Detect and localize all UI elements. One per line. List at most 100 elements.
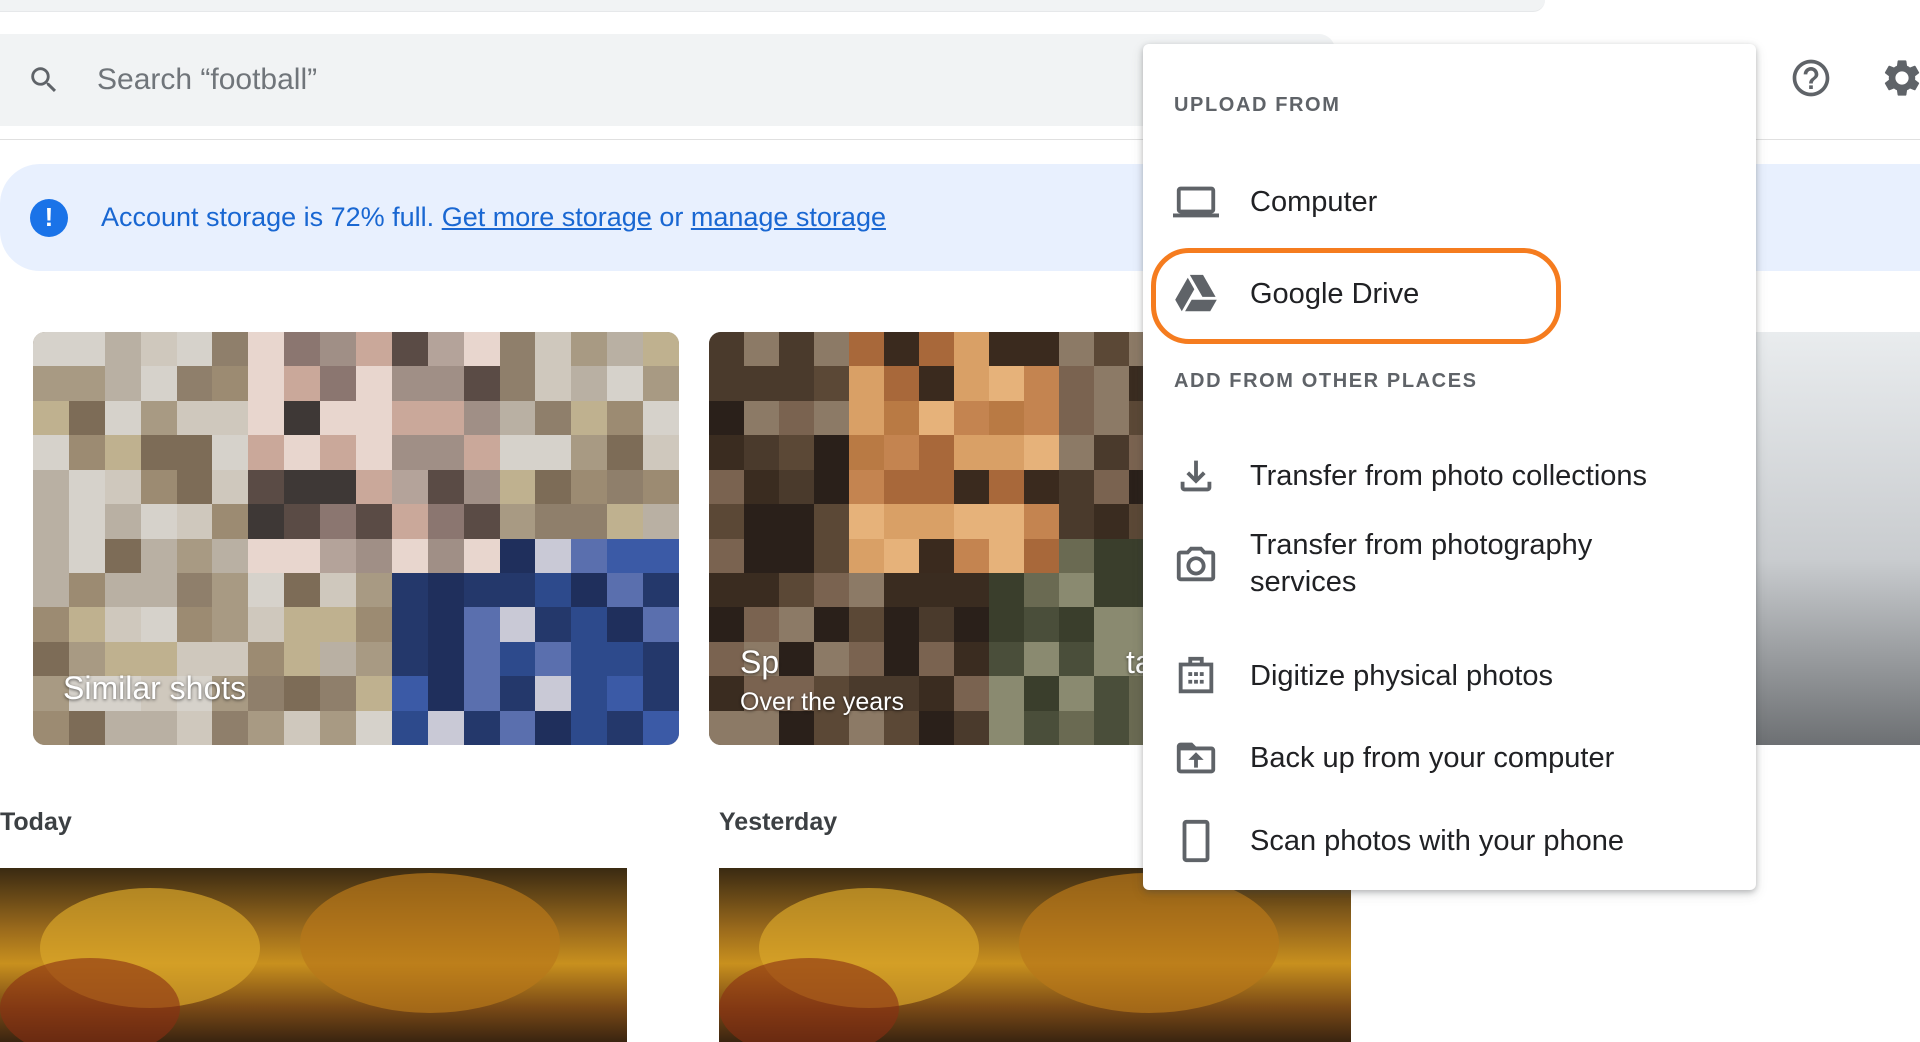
mosaic-tile <box>1059 332 1094 367</box>
mosaic-tile <box>356 641 392 677</box>
mosaic-tile <box>427 332 464 367</box>
mosaic-tile <box>535 366 572 401</box>
search-input[interactable] <box>97 63 997 97</box>
mosaic-tile <box>744 435 779 470</box>
menu-item-transfer-services[interactable]: Transfer from photography services <box>1143 518 1756 610</box>
phone-icon <box>1182 819 1210 863</box>
menu-item-computer[interactable]: Computer <box>1143 170 1756 234</box>
search-bar[interactable] <box>0 34 1335 126</box>
mosaic-tile <box>68 710 105 745</box>
mosaic-tile <box>463 366 500 401</box>
mosaic-tile <box>989 710 1024 745</box>
mosaic-tile <box>1059 435 1094 470</box>
mosaic-tile <box>919 366 954 401</box>
memory-card-over-the-years[interactable]: Sp ta Over the years <box>709 332 1164 745</box>
mosaic-tile <box>571 435 608 470</box>
help-icon[interactable] <box>1789 56 1833 100</box>
mosaic-tile <box>709 538 744 573</box>
menu-item-google-drive[interactable]: Google Drive <box>1143 262 1756 326</box>
mosaic-tile <box>499 504 536 539</box>
mosaic-tile <box>356 332 392 367</box>
mosaic-tile <box>1094 366 1129 401</box>
mosaic-tile <box>1024 676 1059 711</box>
mosaic-tile <box>989 504 1024 539</box>
mosaic-tile <box>849 366 884 401</box>
mosaic-tile <box>954 400 989 436</box>
mosaic-tile <box>535 641 572 677</box>
mosaic-tile <box>1059 538 1094 573</box>
mosaic-tile <box>248 710 285 745</box>
mosaic-tile <box>104 607 141 642</box>
google-drive-icon <box>1175 274 1217 312</box>
mosaic-tile <box>33 435 69 470</box>
mosaic-tile <box>571 366 608 401</box>
mosaic-tile <box>1024 641 1059 677</box>
mosaic-tile <box>571 504 608 539</box>
mosaic-tile <box>391 538 428 573</box>
mosaic-tile <box>849 572 884 608</box>
mosaic-tile <box>248 607 285 642</box>
get-more-storage-link[interactable]: Get more storage <box>442 202 652 232</box>
mosaic-tile <box>919 332 954 367</box>
mosaic-tile <box>284 676 321 711</box>
mosaic-tile <box>643 538 679 573</box>
mosaic-tile <box>849 435 884 470</box>
search-icon[interactable] <box>27 63 61 97</box>
mosaic-tile <box>1094 710 1129 745</box>
mosaic-tile <box>607 435 644 470</box>
mosaic-tile <box>212 607 249 642</box>
mosaic-tile <box>284 641 321 677</box>
memory-card-similar-shots[interactable]: Similar shots <box>33 332 679 745</box>
mosaic-tile <box>68 435 105 470</box>
mosaic-tile <box>104 538 141 573</box>
mosaic-tile <box>33 366 69 401</box>
photo-thumbnail[interactable] <box>719 868 1351 1042</box>
mosaic-tile <box>391 469 428 505</box>
mosaic-tile <box>643 435 679 470</box>
mosaic-tile <box>1024 332 1059 367</box>
mosaic-tile <box>779 641 814 677</box>
mosaic-tile <box>104 572 141 608</box>
menu-item-backup[interactable]: Back up from your computer <box>1143 726 1756 790</box>
mosaic-tile <box>884 641 919 677</box>
mosaic-tile <box>68 572 105 608</box>
mosaic-tile <box>607 400 644 436</box>
mosaic-tile <box>248 469 285 505</box>
manage-storage-link[interactable]: manage storage <box>691 202 886 232</box>
mosaic-tile <box>68 332 105 367</box>
mosaic-tile <box>643 641 679 677</box>
mosaic-tile <box>68 469 105 505</box>
mosaic-tile <box>1024 710 1059 745</box>
mosaic-tile <box>814 469 849 505</box>
mosaic-tile <box>356 435 392 470</box>
mosaic-tile <box>33 572 69 608</box>
photo-thumbnail[interactable] <box>0 868 627 1042</box>
mosaic-tile <box>248 400 285 436</box>
mosaic-tile <box>607 710 644 745</box>
mosaic-tile <box>884 504 919 539</box>
mosaic-tile <box>391 676 428 711</box>
mosaic-tile <box>176 504 213 539</box>
mosaic-tile <box>463 572 500 608</box>
mosaic-tile <box>607 607 644 642</box>
mosaic-tile <box>1094 504 1129 539</box>
mosaic-tile <box>709 676 744 711</box>
mosaic-tile <box>607 504 644 539</box>
mosaic-tile <box>140 469 177 505</box>
mosaic-tile <box>884 332 919 367</box>
menu-item-label: Scan photos with your phone <box>1250 824 1625 857</box>
menu-item-digitize[interactable]: Digitize physical photos <box>1143 644 1756 708</box>
mosaic-tile <box>463 710 500 745</box>
menu-item-scan-phone[interactable]: Scan photos with your phone <box>1143 809 1756 873</box>
mosaic-tile <box>427 504 464 539</box>
mosaic-tile <box>571 332 608 367</box>
mosaic-tile <box>744 607 779 642</box>
gear-icon[interactable] <box>1880 56 1920 100</box>
mosaic-tile <box>709 710 744 745</box>
menu-item-transfer-collections[interactable]: Transfer from photo collections <box>1143 444 1756 508</box>
mosaic-tile <box>104 710 141 745</box>
mosaic-tile <box>849 469 884 505</box>
memory-card-partial[interactable] <box>1740 332 1920 745</box>
top-bar-edge <box>0 0 1545 12</box>
mosaic-tile <box>33 607 69 642</box>
